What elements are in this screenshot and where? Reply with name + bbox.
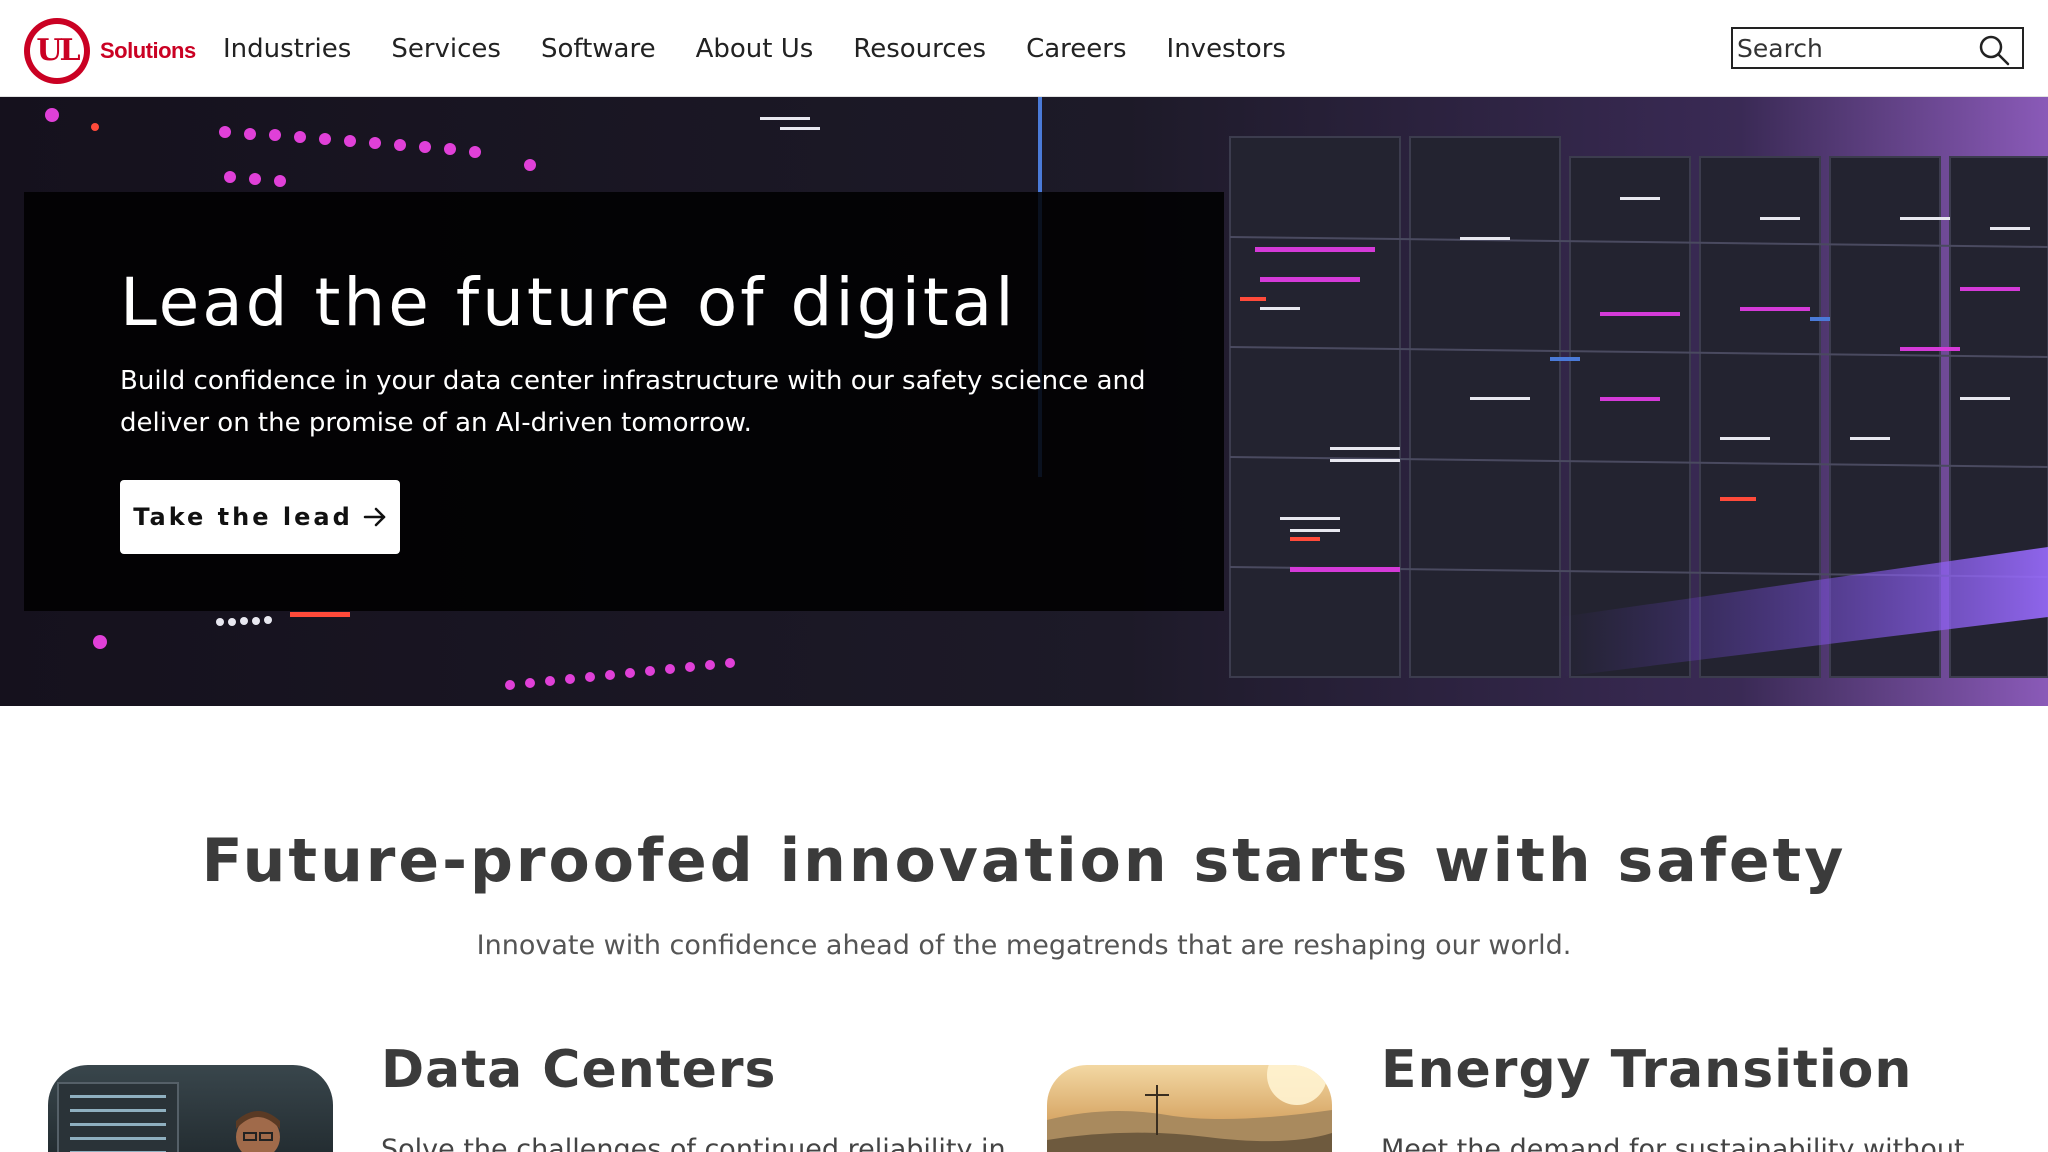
nav-item-about-us[interactable]: About Us xyxy=(696,34,814,64)
card-title-energy-transition[interactable]: Energy Transition xyxy=(1381,1040,1912,1100)
search-input[interactable] xyxy=(1737,31,1967,65)
hero-description: Build confidence in your data center inf… xyxy=(120,366,1146,438)
hero-text-panel: Lead the future of digital Build confide… xyxy=(24,192,1224,611)
section-title: Future-proofed innovation starts with sa… xyxy=(201,826,1847,896)
section-subtitle: Innovate with confidence ahead of the me… xyxy=(476,930,1572,961)
energy-transition-image[interactable] xyxy=(1047,1065,1332,1152)
cta-label: Take the lead xyxy=(133,503,353,531)
nav-item-services[interactable]: Services xyxy=(391,34,501,64)
take-the-lead-button[interactable]: Take the lead xyxy=(120,480,400,554)
data-centers-image[interactable] xyxy=(48,1065,333,1152)
hero-title: Lead the future of digital xyxy=(120,264,1017,341)
ul-logo-mark: UL xyxy=(24,18,90,84)
arrow-right-icon xyxy=(363,507,385,527)
hero-banner: Lead the future of digital Build confide… xyxy=(0,97,2048,706)
energy-landscape-photo xyxy=(1047,1065,1332,1152)
card-title-data-centers[interactable]: Data Centers xyxy=(381,1040,776,1100)
data-center-photo xyxy=(57,1082,280,1152)
card-text-data-centers: Solve the challenges of continued reliab… xyxy=(381,1134,1006,1152)
site-header: UL Solutions Industries Services Softwar… xyxy=(0,0,2048,97)
ul-solutions-logo[interactable]: UL Solutions xyxy=(24,18,196,84)
main-nav: Industries Services Software About Us Re… xyxy=(223,0,1326,97)
nav-item-resources[interactable]: Resources xyxy=(853,34,986,64)
card-text-energy-transition: Meet the demand for sustainability witho… xyxy=(1381,1134,1965,1152)
nav-item-software[interactable]: Software xyxy=(541,34,656,64)
nav-item-industries[interactable]: Industries xyxy=(223,34,351,64)
search-icon[interactable] xyxy=(1978,34,2010,66)
nav-item-investors[interactable]: Investors xyxy=(1167,34,1286,64)
logo-wordmark: Solutions xyxy=(100,38,196,63)
search-box xyxy=(1731,27,2024,69)
nav-item-careers[interactable]: Careers xyxy=(1026,34,1126,64)
